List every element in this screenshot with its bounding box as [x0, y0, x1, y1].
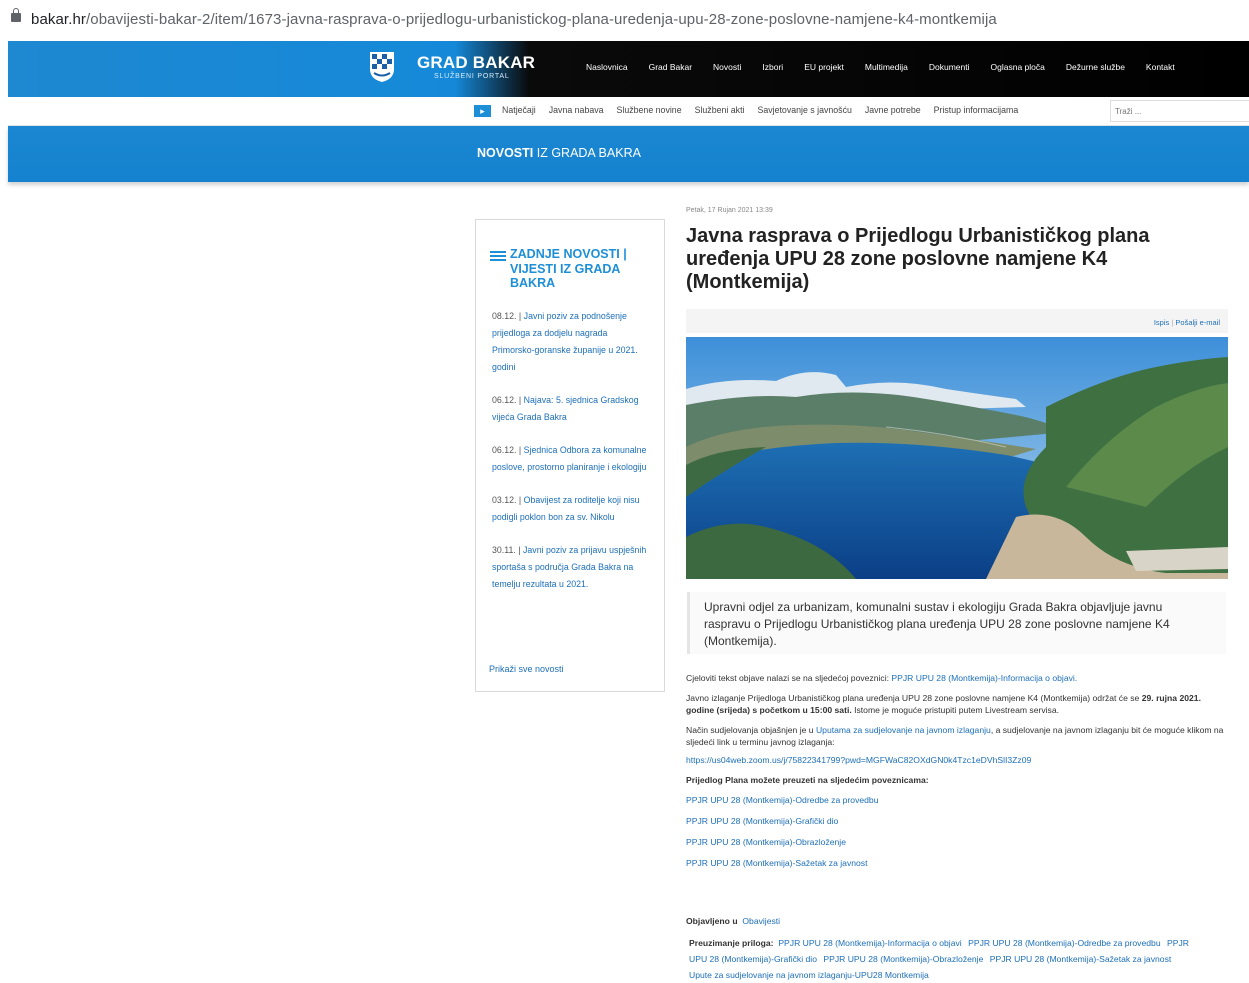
news-item: 06.12. | Najava: 5. sjednica Gradskog vi…: [492, 395, 639, 422]
paragraph-text: Cjeloviti tekst objave nalazi se na slje…: [686, 673, 892, 683]
download-link-obrazlozenje[interactable]: PPJR UPU 28 (Montkemija)-Obrazloženje: [686, 837, 846, 847]
news-date: 03.12.: [492, 495, 517, 505]
nav-item-dezurne-sluzbe[interactable]: Dežurne službe: [1066, 62, 1125, 72]
subnav-item-sluzbeni-akti[interactable]: Službeni akti: [695, 105, 745, 115]
article-tools: Ispis | Pošalji e-mail: [686, 309, 1228, 333]
paragraph-text: Istome je moguće pristupiti putem Livest…: [851, 705, 1060, 715]
nav-item-eu-projekt[interactable]: EU projekt: [804, 62, 844, 72]
url-path: /obavijesti-bakar-2/item/1673-javna-rasp…: [86, 11, 997, 28]
paragraph-participation: Način sudjelovanja objašnjen je u Uputam…: [686, 724, 1226, 748]
address-bar[interactable]: bakar.hr/obavijesti-bakar-2/item/1673-ja…: [0, 0, 1249, 41]
news-date: 06.12.: [492, 395, 517, 405]
url-host: bakar.hr: [31, 11, 86, 28]
news-item: 06.12. | Sjednica Odbora za komunalne po…: [492, 445, 647, 472]
attachment-link[interactable]: PPJR UPU 28 (Montkemija)-Informacija o o…: [778, 938, 961, 948]
search-input[interactable]: [1111, 102, 1245, 121]
article-date: Petak, 17 Rujan 2021 13:39: [686, 207, 773, 214]
info-link[interactable]: PPJR UPU 28 (Montkemija)-Informacija o o…: [891, 673, 1077, 683]
menu-icon: [490, 251, 506, 261]
site-subtitle: SLUŽBENI PORTAL: [434, 73, 510, 80]
nav-item-izbori[interactable]: Izbori: [762, 62, 783, 72]
published-in: Objavljeno u Obavijesti: [686, 916, 1226, 926]
nav-item-grad-bakar[interactable]: Grad Bakar: [649, 62, 692, 72]
play-arrow-icon: ▸: [474, 105, 491, 117]
download-link-odredbe[interactable]: PPJR UPU 28 (Montkemija)-Odredbe za prov…: [686, 795, 879, 805]
attachments: Preuzimanje priloga: PPJR UPU 28 (Montke…: [689, 935, 1199, 983]
section-title-rest: IZ GRADA BAKRA: [533, 146, 641, 160]
attachment-link[interactable]: PPJR UPU 28 (Montkemija)-Sažetak za javn…: [990, 954, 1172, 964]
article-body: Cjeloviti tekst objave nalazi se na slje…: [686, 672, 1226, 878]
search-box: [1110, 100, 1249, 122]
news-link[interactable]: Sjednica Odbora za komunalne poslove, pr…: [492, 445, 647, 472]
site-title[interactable]: GRAD BAKAR: [417, 53, 535, 73]
main-nav: Naslovnica Grad Bakar Novosti Izbori EU …: [586, 62, 1196, 72]
lock-icon: [11, 8, 21, 22]
sidebar-heading-text: ZADNJE NOVOSTI | VIJESTI IZ GRADA BAKRA: [510, 247, 627, 290]
subnav-item-javna-nabava[interactable]: Javna nabava: [549, 105, 604, 115]
news-date: 08.12.: [492, 311, 517, 321]
section-title-bold: NOVOSTI: [477, 146, 534, 160]
category-link[interactable]: Obavijesti: [742, 916, 780, 926]
email-link[interactable]: Pošalji e-mail: [1175, 318, 1220, 327]
paragraph-full-text: Cjeloviti tekst objave nalazi se na slje…: [686, 672, 1226, 684]
zoom-link[interactable]: https://us04web.zoom.us/j/75822341799?pw…: [686, 755, 1031, 765]
subnav-item-savjetovanje[interactable]: Savjetovanje s javnošću: [757, 105, 851, 115]
download-link-graficki[interactable]: PPJR UPU 28 (Montkemija)-Grafički dio: [686, 816, 838, 826]
subnav-item-natjecaji[interactable]: Natječaji: [502, 105, 536, 115]
attachment-link[interactable]: PPJR UPU 28 (Montkemija)-Odredbe za prov…: [968, 938, 1161, 948]
article-photo: [686, 337, 1228, 579]
news-item: 30.11. | Javni poziv za prijavu uspješni…: [492, 545, 647, 589]
secondary-nav: ▸ Natječaji Javna nabava Službene novine…: [8, 97, 1249, 126]
nav-item-novosti[interactable]: Novosti: [713, 62, 741, 72]
news-link[interactable]: Javni poziv za prijavu uspješnih sportaš…: [492, 545, 646, 589]
news-item: 03.12. | Obavijest za roditelje koji nis…: [492, 495, 640, 522]
nav-item-multimedija[interactable]: Multimedija: [865, 62, 908, 72]
download-link-sazetak[interactable]: PPJR UPU 28 (Montkemija)-Sažetak za javn…: [686, 858, 868, 868]
nav-item-naslovnica[interactable]: Naslovnica: [586, 62, 628, 72]
tools-separator: |: [1171, 318, 1174, 327]
city-crest-icon[interactable]: [369, 51, 395, 83]
paragraph-zoom: https://us04web.zoom.us/j/75822341799?pw…: [686, 754, 1226, 766]
show-all-news-link[interactable]: Prikaži sve novosti: [489, 664, 564, 674]
paragraph-presentation: Javno izlaganje Prijedloga Urbanističkog…: [686, 692, 1226, 716]
news-date: 06.12.: [492, 445, 517, 455]
nav-item-oglasna-ploca[interactable]: Oglasna ploča: [991, 62, 1045, 72]
nav-item-dokumenti[interactable]: Dokumenti: [929, 62, 970, 72]
section-title: NOVOSTI IZ GRADA BAKRA: [477, 146, 641, 160]
nav-item-kontakt[interactable]: Kontakt: [1146, 62, 1175, 72]
paragraph-downloads: Prijedlog Plana možete preuzeti na sljed…: [686, 774, 1226, 786]
news-list: 08.12. | Javni poziv za podnošenje prije…: [492, 308, 652, 609]
paragraph-text: Javno izlaganje Prijedloga Urbanističkog…: [686, 693, 1142, 703]
instructions-link[interactable]: Uputama za sudjelovanje na javnom izlaga…: [816, 725, 991, 735]
attachment-link[interactable]: Upute za sudjelovanje na javnom izlaganj…: [689, 970, 929, 980]
section-banner: NOVOSTI IZ GRADA BAKRA: [8, 126, 1249, 182]
lead-text: Upravni odjel za urbanizam, komunalni su…: [704, 600, 1170, 648]
subnav-item-javne-potrebe[interactable]: Javne potrebe: [865, 105, 921, 115]
subnav-item-sluzbene-novine[interactable]: Službene novine: [617, 105, 682, 115]
site-header: GRAD BAKAR SLUŽBENI PORTAL Naslovnica Gr…: [8, 41, 1249, 97]
news-date: 30.11.: [492, 545, 516, 555]
paragraph-text: Način sudjelovanja objašnjen je u: [686, 725, 816, 735]
article-title: Javna rasprava o Prijedlogu Urbanističko…: [686, 225, 1150, 293]
news-item: 08.12. | Javni poziv za podnošenje prije…: [492, 311, 638, 372]
attachments-label: Preuzimanje priloga:: [689, 938, 774, 948]
published-label: Objavljeno u: [686, 916, 738, 926]
article-lead: Upravni odjel za urbanizam, komunalni su…: [687, 592, 1226, 654]
attachment-link[interactable]: PPJR UPU 28 (Montkemija)-Obrazloženje: [823, 954, 983, 964]
url-text[interactable]: bakar.hr/obavijesti-bakar-2/item/1673-ja…: [31, 11, 997, 28]
print-link[interactable]: Ispis: [1154, 318, 1169, 327]
downloads-heading: Prijedlog Plana možete preuzeti na sljed…: [686, 775, 929, 785]
subnav-item-pristup-informacijama[interactable]: Pristup informacijama: [934, 105, 1019, 115]
latest-news-sidebar: ZADNJE NOVOSTI | VIJESTI IZ GRADA BAKRA …: [475, 219, 665, 692]
